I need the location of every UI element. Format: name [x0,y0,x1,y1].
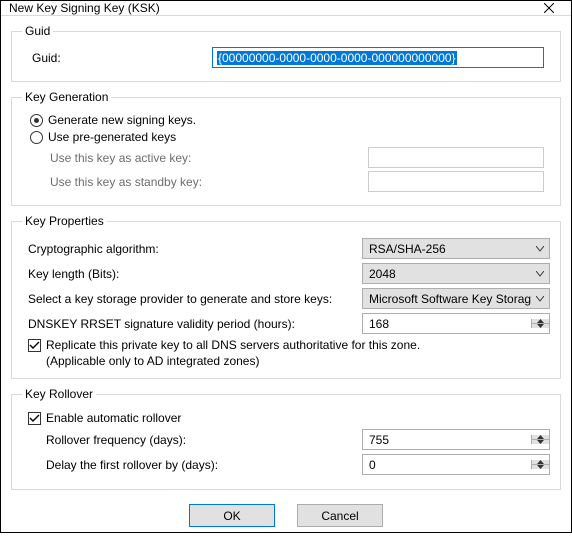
guid-legend: Guid [22,24,53,38]
active-key-row: Use this key as active key: [50,147,550,168]
chevron-down-icon [531,289,549,308]
replicate-checkbox[interactable] [28,339,41,352]
freq-value: 755 [363,433,531,447]
cancel-button[interactable]: Cancel [297,504,383,527]
guid-input[interactable]: {00000000-0000-0000-0000-000000000000} [212,47,544,68]
keyprops-group: Key Properties Cryptographic algorithm: … [11,214,561,379]
ksp-row: Select a key storage provider to generat… [22,288,550,309]
validity-value: 168 [363,317,531,331]
spinner-buttons [531,460,549,469]
close-button[interactable] [527,1,571,15]
button-bar: OK Cancel [11,496,561,537]
enable-rollover-row[interactable]: Enable automatic rollover [28,411,550,425]
freq-label: Rollover frequency (days): [22,433,362,447]
validity-spinner[interactable]: 168 [362,313,550,334]
window-title: New Key Signing Key (KSK) [9,1,527,15]
radio-pregen-label: Use pre-generated keys [48,130,176,144]
enable-rollover-label: Enable automatic rollover [46,411,181,425]
spinner-buttons [531,319,549,328]
delay-row: Delay the first rollover by (days): 0 [22,454,550,475]
radio-pregen-row[interactable]: Use pre-generated keys [30,130,550,144]
rollover-group: Key Rollover Enable automatic rollover R… [11,387,561,490]
algo-select[interactable]: RSA/SHA-256 [362,238,550,259]
ksp-label: Select a key storage provider to generat… [22,292,362,306]
keylen-row: Key length (Bits): 2048 [22,263,550,284]
spin-down-button[interactable] [532,439,549,444]
chevron-down-icon [531,239,549,258]
replicate-label: Replicate this private key to all DNS se… [46,338,420,352]
radio-generate[interactable] [30,114,43,127]
radio-pregen[interactable] [30,131,43,144]
delay-value: 0 [363,458,531,472]
check-icon [29,413,40,424]
standby-key-label: Use this key as standby key: [50,175,230,189]
replicate-row[interactable]: Replicate this private key to all DNS se… [28,338,550,352]
ksp-select[interactable]: Microsoft Software Key Storage Prov [362,288,550,309]
ok-button[interactable]: OK [189,504,275,527]
guid-group: Guid Guid: {00000000-0000-0000-0000-0000… [11,24,561,82]
radio-generate-label: Generate new signing keys. [48,113,196,127]
algo-label: Cryptographic algorithm: [22,242,362,256]
close-icon [544,3,554,13]
spin-down-button[interactable] [532,464,549,469]
active-key-label: Use this key as active key: [50,151,230,165]
check-icon [29,340,40,351]
keyprops-legend: Key Properties [22,214,107,228]
keylen-value: 2048 [363,267,531,281]
titlebar: New Key Signing Key (KSK) [1,1,571,16]
algo-value: RSA/SHA-256 [363,242,531,256]
keylen-select[interactable]: 2048 [362,263,550,284]
replicate-note: (Applicable only to AD integrated zones) [46,354,550,368]
radio-generate-row[interactable]: Generate new signing keys. [30,113,550,127]
keygen-legend: Key Generation [22,90,111,104]
spinner-buttons [531,435,549,444]
ksp-value: Microsoft Software Key Storage Prov [363,292,531,306]
keygen-group: Key Generation Generate new signing keys… [11,90,561,206]
freq-row: Rollover frequency (days): 755 [22,429,550,450]
validity-label: DNSKEY RRSET signature validity period (… [22,317,362,331]
algo-row: Cryptographic algorithm: RSA/SHA-256 [22,238,550,259]
guid-label: Guid: [22,51,212,65]
delay-label: Delay the first rollover by (days): [22,458,362,472]
validity-row: DNSKEY RRSET signature validity period (… [22,313,550,334]
content-area: Guid Guid: {00000000-0000-0000-0000-0000… [1,16,571,537]
active-key-input [368,147,544,168]
standby-key-input [368,171,544,192]
chevron-down-icon [531,264,549,283]
spin-down-button[interactable] [532,323,549,328]
delay-spinner[interactable]: 0 [362,454,550,475]
guid-row: Guid: {00000000-0000-0000-0000-000000000… [22,47,550,68]
keylen-label: Key length (Bits): [22,267,362,281]
freq-spinner[interactable]: 755 [362,429,550,450]
enable-rollover-checkbox[interactable] [28,412,41,425]
dialog-window: New Key Signing Key (KSK) Guid Guid: {00… [0,0,572,533]
guid-value: {00000000-0000-0000-0000-000000000000} [217,51,457,65]
rollover-legend: Key Rollover [22,387,96,401]
standby-key-row: Use this key as standby key: [50,171,550,192]
